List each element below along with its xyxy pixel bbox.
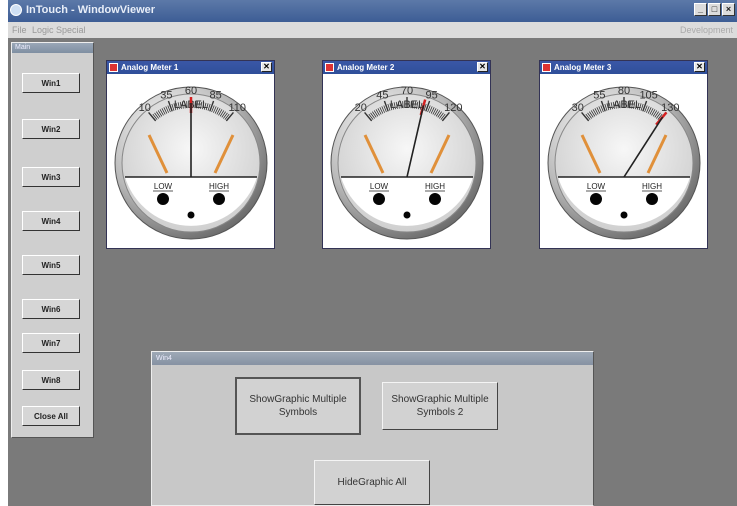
tick-label: 10 [139,102,151,114]
close-all-button[interactable]: Close All [22,406,80,426]
gauge-label: LABEL [390,99,424,111]
close-icon[interactable]: ✕ [477,62,488,72]
meter-title-bar: Analog Meter 2 ✕ [323,61,490,74]
win8-button[interactable]: Win8 [22,370,80,390]
mode-indicator: Development [679,25,733,35]
low-indicator-lamp [590,193,602,205]
app-window: InTouch - WindowViewer _ □ × File Logic … [8,0,737,506]
close-icon[interactable]: ✕ [694,62,705,72]
gauge-label: LABEL [607,99,641,111]
meter-title: Analog Meter 1 [121,63,179,72]
win6-button[interactable]: Win6 [22,299,80,319]
meter-title: Analog Meter 3 [554,63,612,72]
close-button[interactable]: × [722,3,735,16]
tick-label: 80 [618,85,630,97]
high-indicator-lamp [646,193,658,205]
close-icon[interactable]: ✕ [261,62,272,72]
high-indicator-lamp [213,193,225,205]
analog-meter-window: Analog Meter 1 ✕ 10356085110LABELLOWHIGH [106,60,275,249]
win4-button[interactable]: Win4 [22,211,80,231]
window-title: InTouch - WindowViewer [26,4,156,16]
meter-title: Analog Meter 2 [337,63,395,72]
tick-label: 20 [355,102,367,114]
tick-label: 85 [210,89,222,101]
analog-gauge: 10356085110LABELLOWHIGH [114,85,268,240]
show-graphic-multiple-symbols-2-button[interactable]: ShowGraphic Multiple Symbols 2 [382,382,498,430]
analog-gauge: 20 45 70 95 120 LABEL LOW HIGH [330,85,484,240]
high-label: HIGH [425,182,445,191]
app-icon [10,4,22,16]
high-label: HIGH [209,182,229,191]
low-label: LOW [587,182,606,191]
tick-label: 95 [426,89,438,101]
tick-label: 30 [572,102,584,114]
win5-button[interactable]: Win5 [22,255,80,275]
high-label: HIGH [642,182,662,191]
window-controls: _ □ × [694,3,735,16]
title-bar: InTouch - WindowViewer _ □ × [8,0,737,22]
tick-label: 120 [444,102,462,114]
meter-title-bar: Analog Meter 3 ✕ [540,61,707,74]
analog-meter-window: Analog Meter 3 ✕ 30 55 80 105 130 LABEL LOW HIG… [539,60,708,249]
gauge-pivot-screw [403,211,411,219]
win1-button[interactable]: Win1 [22,73,80,93]
window-icon [109,63,118,72]
tick-label: 35 [160,89,172,101]
win4-window: Win4 ShowGraphic Multiple Symbols ShowGr… [151,351,594,506]
meter-title-bar: Analog Meter 1 ✕ [107,61,274,74]
window-icon [542,63,551,72]
menu-logic[interactable]: Logic [32,25,54,35]
tick-label: 60 [185,85,197,97]
tick-label: 55 [593,89,605,101]
win2-button[interactable]: Win2 [22,119,80,139]
low-label: LOW [154,182,173,191]
main-window: Main Win1 Win2 Win3 Win4 Win5 Win6 Win7 … [11,42,94,438]
low-indicator-lamp [157,193,169,205]
window-icon [325,63,334,72]
low-label: LOW [370,182,389,191]
tick-label: 105 [639,89,657,101]
minimize-button[interactable]: _ [694,3,707,16]
tick-label: 70 [401,85,413,97]
gauge-pivot-screw [187,211,195,219]
win4-title: Win4 [152,352,593,365]
menu-file[interactable]: File [12,25,27,35]
hide-graphic-all-button[interactable]: HideGraphic All [314,460,430,505]
gauge-pivot-screw [620,211,628,219]
menu-bar: File Logic Special Development [8,22,737,38]
show-graphic-multiple-symbols-button[interactable]: ShowGraphic Multiple Symbols [235,377,361,435]
tick-label: 130 [661,102,679,114]
win7-button[interactable]: Win7 [22,333,80,353]
tick-label: 110 [229,102,247,114]
analog-gauge: 30 55 80 105 130 LABEL LOW HIGH [547,85,701,240]
menu-special[interactable]: Special [56,25,86,35]
tick-label: 45 [376,89,388,101]
low-indicator-lamp [373,193,385,205]
restore-button[interactable]: □ [708,3,721,16]
high-indicator-lamp [429,193,441,205]
win3-button[interactable]: Win3 [22,167,80,187]
analog-meter-window: Analog Meter 2 ✕ 20 45 70 95 120 LABEL LOW HIGH [322,60,491,249]
main-window-title: Main [12,43,93,53]
